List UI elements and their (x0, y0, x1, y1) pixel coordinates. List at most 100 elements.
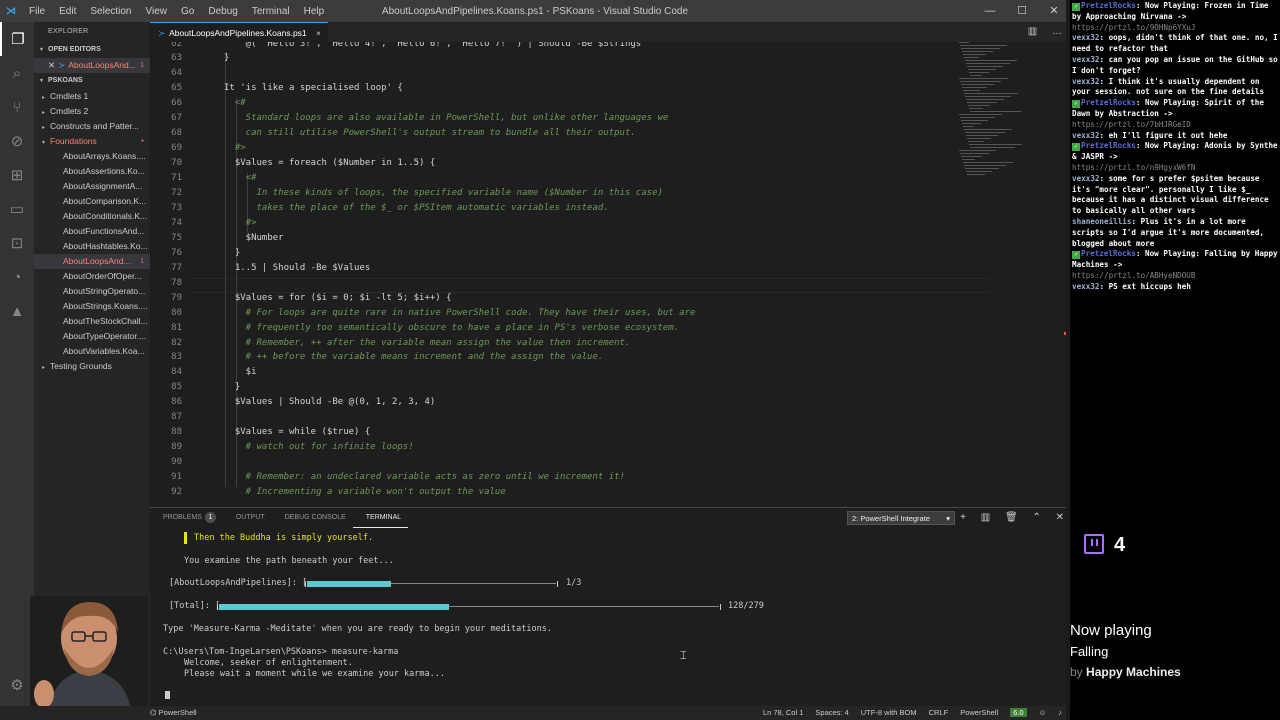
open-editor-item[interactable]: ✕ ≻ AboutLoopsAnd... 1 (34, 58, 150, 73)
tree-folder[interactable]: ▸ Cmdlets 1 (34, 89, 150, 104)
line-number: 70 (171, 158, 182, 169)
extensions-icon[interactable]: ⊞ (0, 158, 34, 192)
tree-file[interactable]: AboutArrays.Koans.... (34, 149, 150, 164)
feedback-icon[interactable]: ☺ (1039, 708, 1047, 717)
minimap-line (967, 174, 985, 175)
tree-file[interactable]: AboutStrings.Koans.... (34, 299, 150, 314)
close-icon[interactable]: ✕ (48, 60, 55, 70)
problems-count-badge: 1 (204, 512, 216, 523)
new-terminal-icon[interactable]: + (960, 512, 966, 523)
minimap[interactable] (959, 42, 1022, 182)
status-item[interactable]: UTF-8 with BOM (861, 708, 917, 717)
sidebar-title: EXPLORER (48, 28, 89, 35)
tree-folder[interactable]: ▾ Foundations ● (34, 134, 150, 149)
maximize-icon[interactable]: ☐ (1006, 0, 1038, 22)
more-actions-icon[interactable]: … (1052, 26, 1062, 37)
minimize-icon[interactable]: — (974, 0, 1006, 22)
chat-link[interactable]: https://prtzl.to/ABHyeNDOUB (1072, 271, 1195, 280)
explorer-icon[interactable]: ❐ (0, 22, 34, 56)
status-item[interactable]: PowerShell (960, 708, 998, 717)
tree-file[interactable]: AboutTheStockChall... (34, 314, 150, 329)
azure-icon[interactable]: ▲ (0, 294, 34, 328)
chat-message: ✓ PretzelRocks: Now Playing: Falling by H… (1072, 249, 1278, 280)
menu-file[interactable]: File (22, 6, 52, 17)
tree-file[interactable]: AboutOrderOfOper... (34, 269, 150, 284)
terminal-quote: Then the Buddha is simply yourself. (194, 533, 374, 543)
tree-folder[interactable]: ▸ Constructs and Patter... (34, 119, 150, 134)
stream-chat-overlay: ✓ PretzelRocks: Now Playing: Frozen in Ti… (1070, 0, 1280, 720)
terminal-cursor (165, 691, 170, 699)
chat-link[interactable]: https://prtzl.to/9OHNp6YXuJ (1072, 23, 1195, 32)
menu-terminal[interactable]: Terminal (245, 6, 297, 17)
menu-view[interactable]: View (139, 6, 175, 17)
menu-selection[interactable]: Selection (83, 6, 138, 17)
line-number: 63 (171, 53, 182, 64)
minimap-line (965, 96, 1011, 97)
tree-file[interactable]: AboutTypeOperator.... (34, 329, 150, 344)
menu-go[interactable]: Go (174, 6, 201, 17)
split-editor-icon[interactable]: ▥ (1028, 26, 1037, 37)
tab-problems[interactable]: PROBLEMS 1 (150, 508, 223, 528)
status-item[interactable]: CRLF (929, 708, 949, 717)
tab-debug-console[interactable]: DEBUG CONSOLE (272, 508, 353, 528)
code-editor[interactable]: 62 @( 'Hello 3!', 'Hello 4!', 'Hello 6!',… (150, 42, 1070, 507)
now-playing-by: by (1070, 665, 1083, 679)
maximize-panel-icon[interactable]: ⌃ (1032, 512, 1040, 523)
file-tree: ▸ Cmdlets 1 ▸ Cmdlets 2 ▸ Constructs and Patt… (34, 89, 150, 374)
close-tab-icon[interactable]: × (316, 23, 321, 43)
timeline-icon[interactable]: ◔ (0, 260, 34, 294)
chat-link[interactable]: https://prtzl.to/n9HgyxW6fN (1072, 163, 1195, 172)
code-line: $Number (245, 232, 284, 243)
source-control-icon[interactable]: ⑂ (0, 90, 34, 124)
code-comment: #> (234, 143, 246, 154)
now-playing-artist: Happy Machines (1086, 665, 1181, 679)
search-icon[interactable]: ⌕ (0, 56, 34, 90)
code-comment: <# (245, 173, 257, 184)
tree-file[interactable]: AboutComparison.K... (34, 194, 150, 209)
minimap-line (967, 138, 991, 139)
menu-edit[interactable]: Edit (52, 6, 83, 17)
notifications-bell-icon[interactable]: ♪ (1058, 708, 1062, 717)
menu-debug[interactable]: Debug (201, 6, 244, 17)
tree-file[interactable]: AboutAssignmentA... (34, 179, 150, 194)
line-number: 84 (171, 367, 182, 378)
tree-file[interactable]: AboutVariables.Koa... (34, 344, 150, 359)
split-terminal-icon[interactable]: ▥ (981, 512, 990, 523)
menu-help[interactable]: Help (297, 6, 332, 17)
title-bar: ⋊ File Edit Selection View Go Debug Terminal He… (0, 0, 1070, 22)
window-controls: — ☐ ✕ (974, 0, 1070, 22)
tree-file[interactable]: AboutAssertions.Ko... (34, 164, 150, 179)
debug-icon[interactable]: ⊘ (0, 124, 34, 158)
tree-file[interactable]: AboutHashtables.Ko... (34, 239, 150, 254)
minimap-line (970, 75, 982, 76)
current-line-highlight (190, 277, 990, 293)
tab-active-file[interactable]: ≻ AboutLoopsAndPipelines.Koans.ps1 × (150, 22, 328, 42)
terminal-select[interactable]: 2: PowerShell Integrate ▾ (847, 511, 955, 525)
tab-output[interactable]: OUTPUT (223, 508, 272, 528)
tree-file[interactable]: AboutLoopsAnd... 1 (34, 254, 150, 269)
kill-terminal-icon[interactable]: 🗑 (1005, 512, 1018, 523)
chat-link[interactable]: https://prtzl.to/7bHJRGeID (1072, 120, 1191, 129)
tab-terminal[interactable]: TERMINAL (352, 508, 409, 528)
panel-tab-label: PROBLEMS (163, 514, 202, 521)
powershell-version[interactable]: 6.0 (1010, 708, 1027, 717)
minimap-line (966, 99, 1004, 100)
code-comment: # watch out for infinite loops! (245, 442, 414, 453)
line-number: 74 (171, 217, 182, 228)
open-editors-section[interactable]: ▾ OPEN EDITORS (34, 42, 150, 58)
tree-file[interactable]: AboutConditionals.K... (34, 209, 150, 224)
line-number: 90 (171, 457, 182, 468)
settings-gear-icon[interactable]: ⚙ (0, 668, 34, 702)
close-panel-icon[interactable]: ✕ (1056, 512, 1064, 523)
terminal-icon[interactable]: ▭ (0, 192, 34, 226)
tree-folder[interactable]: ▸ Testing Grounds (34, 359, 150, 374)
total-progress-text: 128/279 (728, 601, 764, 611)
tree-folder[interactable]: ▸ Cmdlets 2 (34, 104, 150, 119)
remote-icon[interactable]: ⊡ (0, 226, 34, 260)
status-item[interactable]: Ln 78, Col 1 (763, 708, 803, 717)
tree-file[interactable]: AboutFunctionsAnd... (34, 224, 150, 239)
status-item[interactable]: Spaces: 4 (815, 708, 848, 717)
status-language[interactable]: ⌬ PowerShell (150, 706, 197, 720)
project-section[interactable]: ▾ PSKOANS (34, 73, 150, 89)
tree-file[interactable]: AboutStringOperato... (34, 284, 150, 299)
